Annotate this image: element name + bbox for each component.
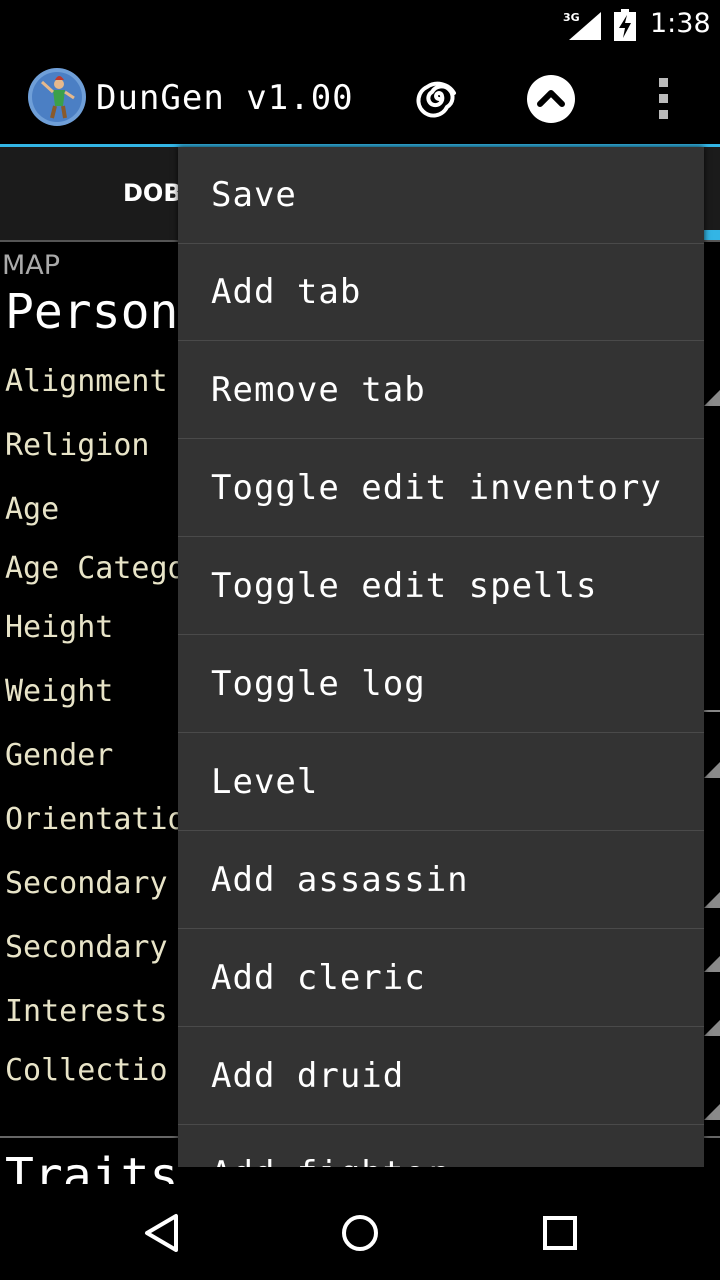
spinner-indicator[interactable] — [704, 390, 720, 406]
menu-item-add-fighter[interactable]: Add fighter — [178, 1126, 704, 1167]
row-label-secondary-2: Secondary — [5, 930, 168, 965]
spiral-icon[interactable] — [412, 74, 466, 124]
row-label-gender: Gender — [5, 738, 114, 773]
row-label-orientation: Orientatio — [5, 802, 186, 837]
status-bar: 3G 1:38 — [0, 0, 720, 50]
menu-item-level[interactable]: Level — [178, 734, 704, 831]
menu-item-label: Add cleric — [211, 958, 426, 998]
svg-text:3G: 3G — [563, 11, 580, 24]
action-bar: DunGen v1.00 — [0, 50, 720, 144]
menu-item-label: Add assassin — [211, 860, 469, 900]
spinner-indicator[interactable] — [704, 1020, 720, 1036]
chevron-up-icon[interactable] — [526, 74, 576, 124]
signal-icon: 3G — [563, 11, 601, 40]
row-label-collections: Collectio — [5, 1053, 168, 1088]
menu-item-toggle-edit-inventory[interactable]: Toggle edit inventory — [178, 440, 704, 537]
menu-item-label: Add fighter — [211, 1154, 447, 1167]
menu-item-label: Level — [211, 762, 319, 802]
menu-item-add-assassin[interactable]: Add assassin — [178, 832, 704, 929]
status-time: 1:38 — [650, 8, 711, 39]
section-title-person: Person — [5, 284, 179, 340]
menu-item-toggle-log[interactable]: Toggle log — [178, 636, 704, 733]
spinner-indicator[interactable] — [704, 1104, 720, 1120]
home-icon[interactable] — [335, 1208, 385, 1258]
menu-item-label: Toggle edit inventory — [211, 468, 662, 508]
menu-item-add-druid[interactable]: Add druid — [178, 1028, 704, 1125]
navigation-bar — [0, 1184, 720, 1280]
map-label: MAP — [2, 250, 61, 281]
row-label-age: Age — [5, 492, 60, 527]
spinner-indicator[interactable] — [704, 892, 720, 908]
recents-icon[interactable] — [535, 1208, 585, 1258]
row-label-alignment: Alignment — [5, 364, 168, 399]
row-label-interests: Interests — [5, 994, 168, 1029]
menu-item-add-tab[interactable]: Add tab — [178, 244, 704, 341]
spinner-indicator[interactable] — [704, 956, 720, 972]
menu-item-add-cleric[interactable]: Add cleric — [178, 930, 704, 1027]
menu-item-label: Toggle edit spells — [211, 566, 598, 606]
app-title: DunGen v1.00 — [96, 78, 354, 118]
app-logo-icon[interactable] — [28, 68, 86, 126]
menu-item-label: Remove tab — [211, 370, 426, 410]
row-label-weight: Weight — [5, 674, 114, 709]
back-icon[interactable] — [135, 1208, 185, 1258]
menu-item-toggle-edit-spells[interactable]: Toggle edit spells — [178, 538, 704, 635]
menu-item-remove-tab[interactable]: Remove tab — [178, 342, 704, 439]
overflow-menu: Save Add tab Remove tab Toggle edit inve… — [178, 147, 704, 1167]
row-label-secondary-1: Secondary — [5, 866, 168, 901]
menu-item-save[interactable]: Save — [178, 147, 704, 244]
row-label-religion: Religion — [5, 428, 150, 463]
row-label-age-category: Age Catego — [5, 551, 186, 586]
menu-item-label: Add tab — [211, 272, 362, 312]
menu-item-label: Save — [211, 175, 297, 215]
row-label-height: Height — [5, 610, 114, 645]
menu-item-label: Toggle log — [211, 664, 426, 704]
overflow-menu-icon[interactable] — [646, 74, 682, 124]
battery-charging-icon — [614, 9, 636, 41]
menu-item-label: Add druid — [211, 1056, 405, 1096]
spinner-indicator[interactable] — [704, 762, 720, 778]
